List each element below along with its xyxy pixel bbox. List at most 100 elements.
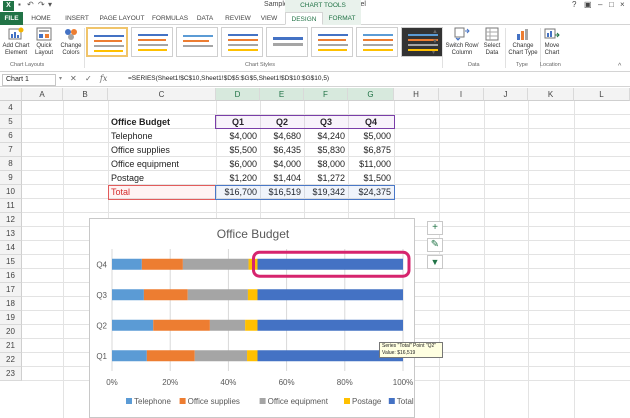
column-header-c[interactable]: C <box>108 88 216 101</box>
column-header-k[interactable]: K <box>528 88 574 101</box>
value-cell[interactable]: $1,500 <box>348 171 394 185</box>
tab-format[interactable]: FORMAT <box>323 12 361 25</box>
row-header[interactable]: 11 <box>0 199 22 213</box>
row-header[interactable]: 10 <box>0 185 22 199</box>
tab-view[interactable]: VIEW <box>257 12 281 25</box>
value-cell[interactable]: $11,000 <box>348 157 394 171</box>
chart-plot: 0% 20% 40% 60% 80% 100% Q1 Q2 Q3 Q4 Telephone Offic… <box>96 249 414 406</box>
column-header-l[interactable]: L <box>574 88 630 101</box>
chart-elements-button[interactable]: + <box>427 221 443 235</box>
row-header[interactable]: 22 <box>0 353 22 367</box>
column-header-h[interactable]: H <box>394 88 439 101</box>
cancel-icon[interactable]: ✕ <box>70 74 77 83</box>
row-header[interactable]: 13 <box>0 227 22 241</box>
restore-icon[interactable]: □ <box>609 0 614 9</box>
row-header[interactable]: 20 <box>0 325 22 339</box>
row-header[interactable]: 15 <box>0 255 22 269</box>
bar-segment <box>141 258 183 270</box>
row-label-cell[interactable]: Postage <box>108 171 216 185</box>
value-cell[interactable]: $8,000 <box>304 157 348 171</box>
row-header[interactable]: 23 <box>0 367 22 381</box>
collapse-ribbon-icon[interactable]: ^ <box>618 63 621 70</box>
row-header[interactable]: 14 <box>0 241 22 255</box>
column-header-e[interactable]: E <box>260 88 304 101</box>
row-header[interactable]: 12 <box>0 213 22 227</box>
row-header[interactable]: 9 <box>0 171 22 185</box>
column-header-i[interactable]: I <box>439 88 484 101</box>
row-header[interactable]: 21 <box>0 339 22 353</box>
tab-page-layout[interactable]: PAGE LAYOUT <box>97 12 147 25</box>
chart-style-6[interactable] <box>311 27 353 57</box>
column-header-b[interactable]: B <box>63 88 108 101</box>
chart-style-4[interactable] <box>221 27 263 57</box>
switch-row-column-button[interactable]: Switch Row/ Column <box>445 27 479 57</box>
ribbon-display-icon[interactable]: ▣ <box>584 0 592 9</box>
chart-style-7[interactable] <box>356 27 398 57</box>
table-title-cell[interactable]: Office Budget <box>108 115 216 129</box>
value-cell[interactable]: $4,680 <box>260 129 304 143</box>
chart-style-5[interactable] <box>266 27 308 57</box>
close-icon[interactable]: × <box>620 0 625 9</box>
column-header-d[interactable]: D <box>216 88 260 101</box>
tab-formulas[interactable]: FORMULAS <box>150 12 190 25</box>
chart-object[interactable]: Office Budget 0% 20% 40% 60% 80% 100% Q1 Q2 Q3 Q4… <box>89 218 415 418</box>
select-data-button[interactable]: Select Data <box>480 27 504 57</box>
move-chart-button[interactable]: Move Chart <box>541 27 563 57</box>
chart-styles-button[interactable]: ✎ <box>427 238 443 252</box>
value-cell[interactable]: $6,000 <box>216 157 260 171</box>
column-header-j[interactable]: J <box>484 88 528 101</box>
enter-icon[interactable]: ✓ <box>85 74 92 83</box>
minimize-icon[interactable]: – <box>598 0 602 9</box>
gallery-scroll-up-icon[interactable]: ▲ <box>432 29 438 35</box>
tab-home[interactable]: HOME <box>27 12 55 25</box>
change-colors-button[interactable]: Change Colors <box>58 27 84 57</box>
name-box[interactable]: Chart 1 <box>2 74 56 86</box>
name-box-dropdown-icon[interactable]: ▾ <box>59 75 62 82</box>
value-cell[interactable]: $5,000 <box>348 129 394 143</box>
gallery-scroll-down-icon[interactable]: ▼ <box>432 39 438 45</box>
column-header-g[interactable]: G <box>348 88 394 101</box>
row-header[interactable]: 8 <box>0 157 22 171</box>
value-cell[interactable]: $5,500 <box>216 143 260 157</box>
row-header[interactable]: 5 <box>0 115 22 129</box>
value-cell[interactable]: $4,000 <box>260 157 304 171</box>
value-cell[interactable]: $1,272 <box>304 171 348 185</box>
chart-style-3[interactable] <box>176 27 218 57</box>
row-header[interactable]: 4 <box>0 101 22 115</box>
row-header[interactable]: 16 <box>0 269 22 283</box>
tab-file[interactable]: FILE <box>0 12 23 25</box>
tab-data[interactable]: DATA <box>193 12 217 25</box>
bar-segment <box>257 319 403 331</box>
chart-style-1[interactable] <box>86 27 128 57</box>
value-cell[interactable]: $6,875 <box>348 143 394 157</box>
tab-design[interactable]: DESIGN <box>285 12 323 25</box>
row-label-cell[interactable]: Office supplies <box>108 143 216 157</box>
value-cell[interactable]: $4,240 <box>304 129 348 143</box>
value-cell[interactable]: $4,000 <box>216 129 260 143</box>
value-cell[interactable]: $1,404 <box>260 171 304 185</box>
value-cell[interactable]: $1,200 <box>216 171 260 185</box>
formula-input[interactable]: =SERIES(Sheet1!$C$10,Sheet1!$D$5:$G$5,Sh… <box>128 75 329 82</box>
row-header[interactable]: 18 <box>0 297 22 311</box>
gallery-more-icon[interactable]: ▾ <box>432 49 435 56</box>
select-all-corner[interactable] <box>0 88 22 101</box>
row-header[interactable]: 19 <box>0 311 22 325</box>
value-cell[interactable]: $6,435 <box>260 143 304 157</box>
change-chart-type-button[interactable]: Change Chart Type <box>507 27 539 57</box>
help-icon[interactable]: ? <box>572 0 576 9</box>
chart-filters-button[interactable]: ▼ <box>427 255 443 269</box>
tab-insert[interactable]: INSERT <box>60 12 94 25</box>
value-cell[interactable]: $5,830 <box>304 143 348 157</box>
row-header[interactable]: 7 <box>0 143 22 157</box>
row-label-cell[interactable]: Telephone <box>108 129 216 143</box>
column-header-a[interactable]: A <box>22 88 63 101</box>
row-header[interactable]: 6 <box>0 129 22 143</box>
insert-function-icon[interactable]: fx <box>100 74 107 83</box>
quick-layout-button[interactable]: Quick Layout <box>31 27 57 57</box>
column-header-f[interactable]: F <box>304 88 348 101</box>
chart-style-2[interactable] <box>131 27 173 57</box>
add-chart-element-button[interactable]: Add Chart Element <box>2 27 30 57</box>
row-header[interactable]: 17 <box>0 283 22 297</box>
tab-review[interactable]: REVIEW <box>222 12 254 25</box>
row-label-cell[interactable]: Office equipment <box>108 157 216 171</box>
